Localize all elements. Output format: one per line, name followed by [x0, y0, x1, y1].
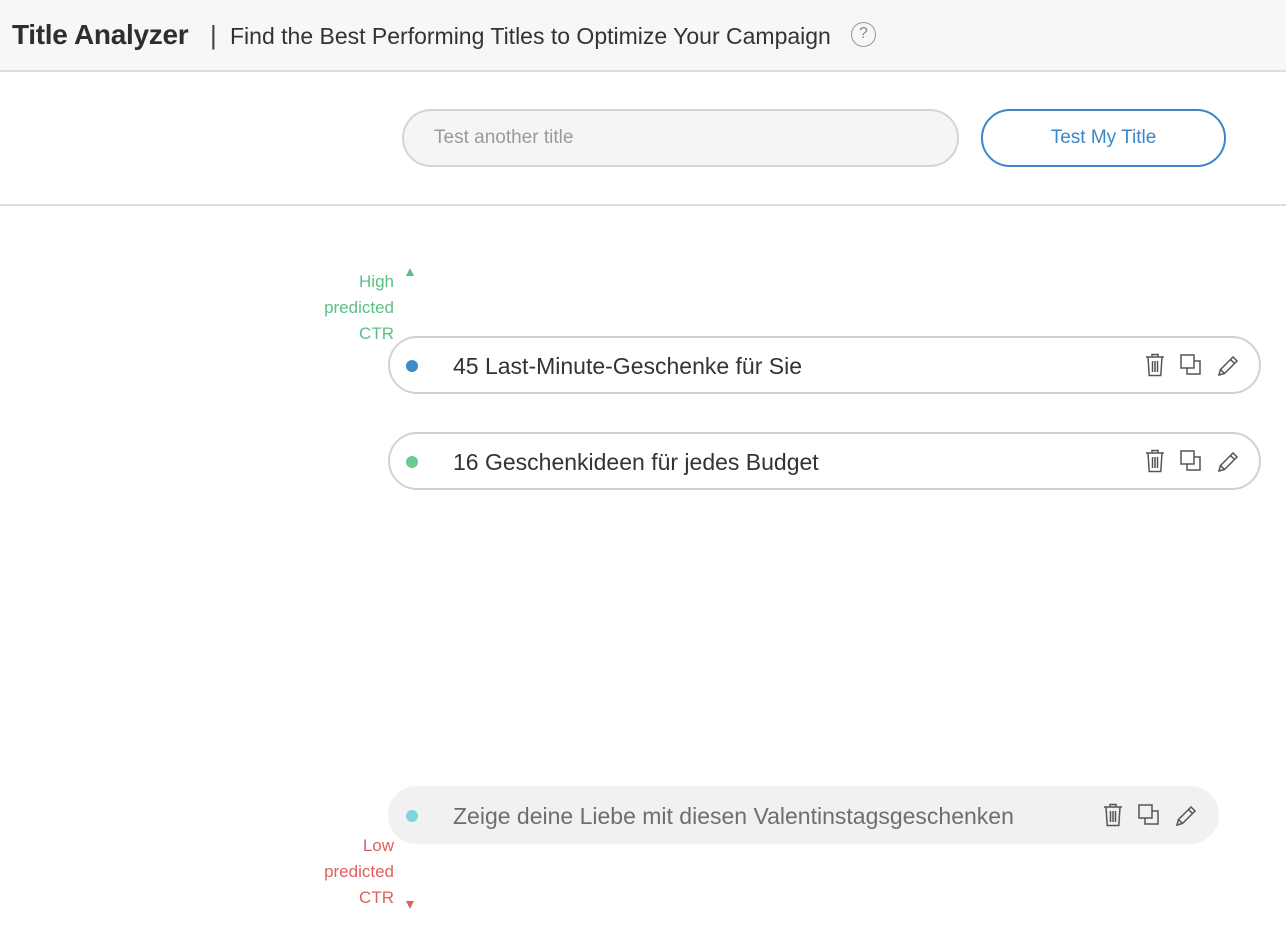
test-my-title-button[interactable]: Test My Title: [981, 109, 1226, 167]
title-card[interactable]: 16 Geschenkideen für jedes Budget: [388, 432, 1261, 490]
trash-icon[interactable]: [1143, 448, 1167, 474]
axis-high-line-3: CTR: [359, 324, 394, 343]
app-header: Title Analyzer | Find the Best Performin…: [0, 0, 1286, 72]
trash-icon[interactable]: [1101, 802, 1125, 828]
card-actions: [1143, 448, 1239, 474]
edit-pencil-icon[interactable]: [1173, 802, 1197, 828]
axis-low-label: Low predicted CTR: [274, 833, 394, 911]
axis-low-line-3: CTR: [359, 888, 394, 907]
test-title-input[interactable]: [402, 109, 959, 167]
title-text: 45 Last-Minute-Geschenke für Sie: [453, 353, 803, 379]
low-arrow-icon: [406, 901, 414, 909]
axis-low-line-2: predicted: [324, 862, 394, 881]
card-actions: [1143, 352, 1239, 378]
duplicate-icon[interactable]: [1179, 352, 1203, 378]
ctr-dot: [406, 456, 418, 468]
axis-high-line-1: High: [359, 272, 394, 291]
title-text: Zeige deine Liebe mit diesen Valentinsta…: [453, 803, 1014, 829]
card-actions: [1101, 802, 1197, 828]
axis-high-label: High predicted CTR: [274, 269, 394, 347]
page-subtitle: Find the Best Performing Titles to Optim…: [230, 23, 831, 49]
ctr-dot: [406, 810, 418, 822]
edit-pencil-icon[interactable]: [1215, 352, 1239, 378]
ctr-dot: [406, 360, 418, 372]
duplicate-icon[interactable]: [1137, 802, 1161, 828]
trash-icon[interactable]: [1143, 352, 1167, 378]
title-card[interactable]: Zeige deine Liebe mit diesen Valentinsta…: [388, 786, 1219, 844]
duplicate-icon[interactable]: [1179, 448, 1203, 474]
header-separator: |: [210, 20, 217, 50]
title-text: 16 Geschenkideen für jedes Budget: [453, 449, 819, 475]
title-card[interactable]: 45 Last-Minute-Geschenke für Sie: [388, 336, 1261, 394]
edit-pencil-icon[interactable]: [1215, 448, 1239, 474]
help-icon[interactable]: ?: [851, 22, 876, 47]
title-test-bar: Test My Title: [0, 72, 1286, 206]
axis-high-line-2: predicted: [324, 298, 394, 317]
axis-low-line-1: Low: [362, 836, 394, 855]
app-title: Title Analyzer: [12, 19, 189, 50]
high-arrow-icon: [406, 268, 414, 276]
